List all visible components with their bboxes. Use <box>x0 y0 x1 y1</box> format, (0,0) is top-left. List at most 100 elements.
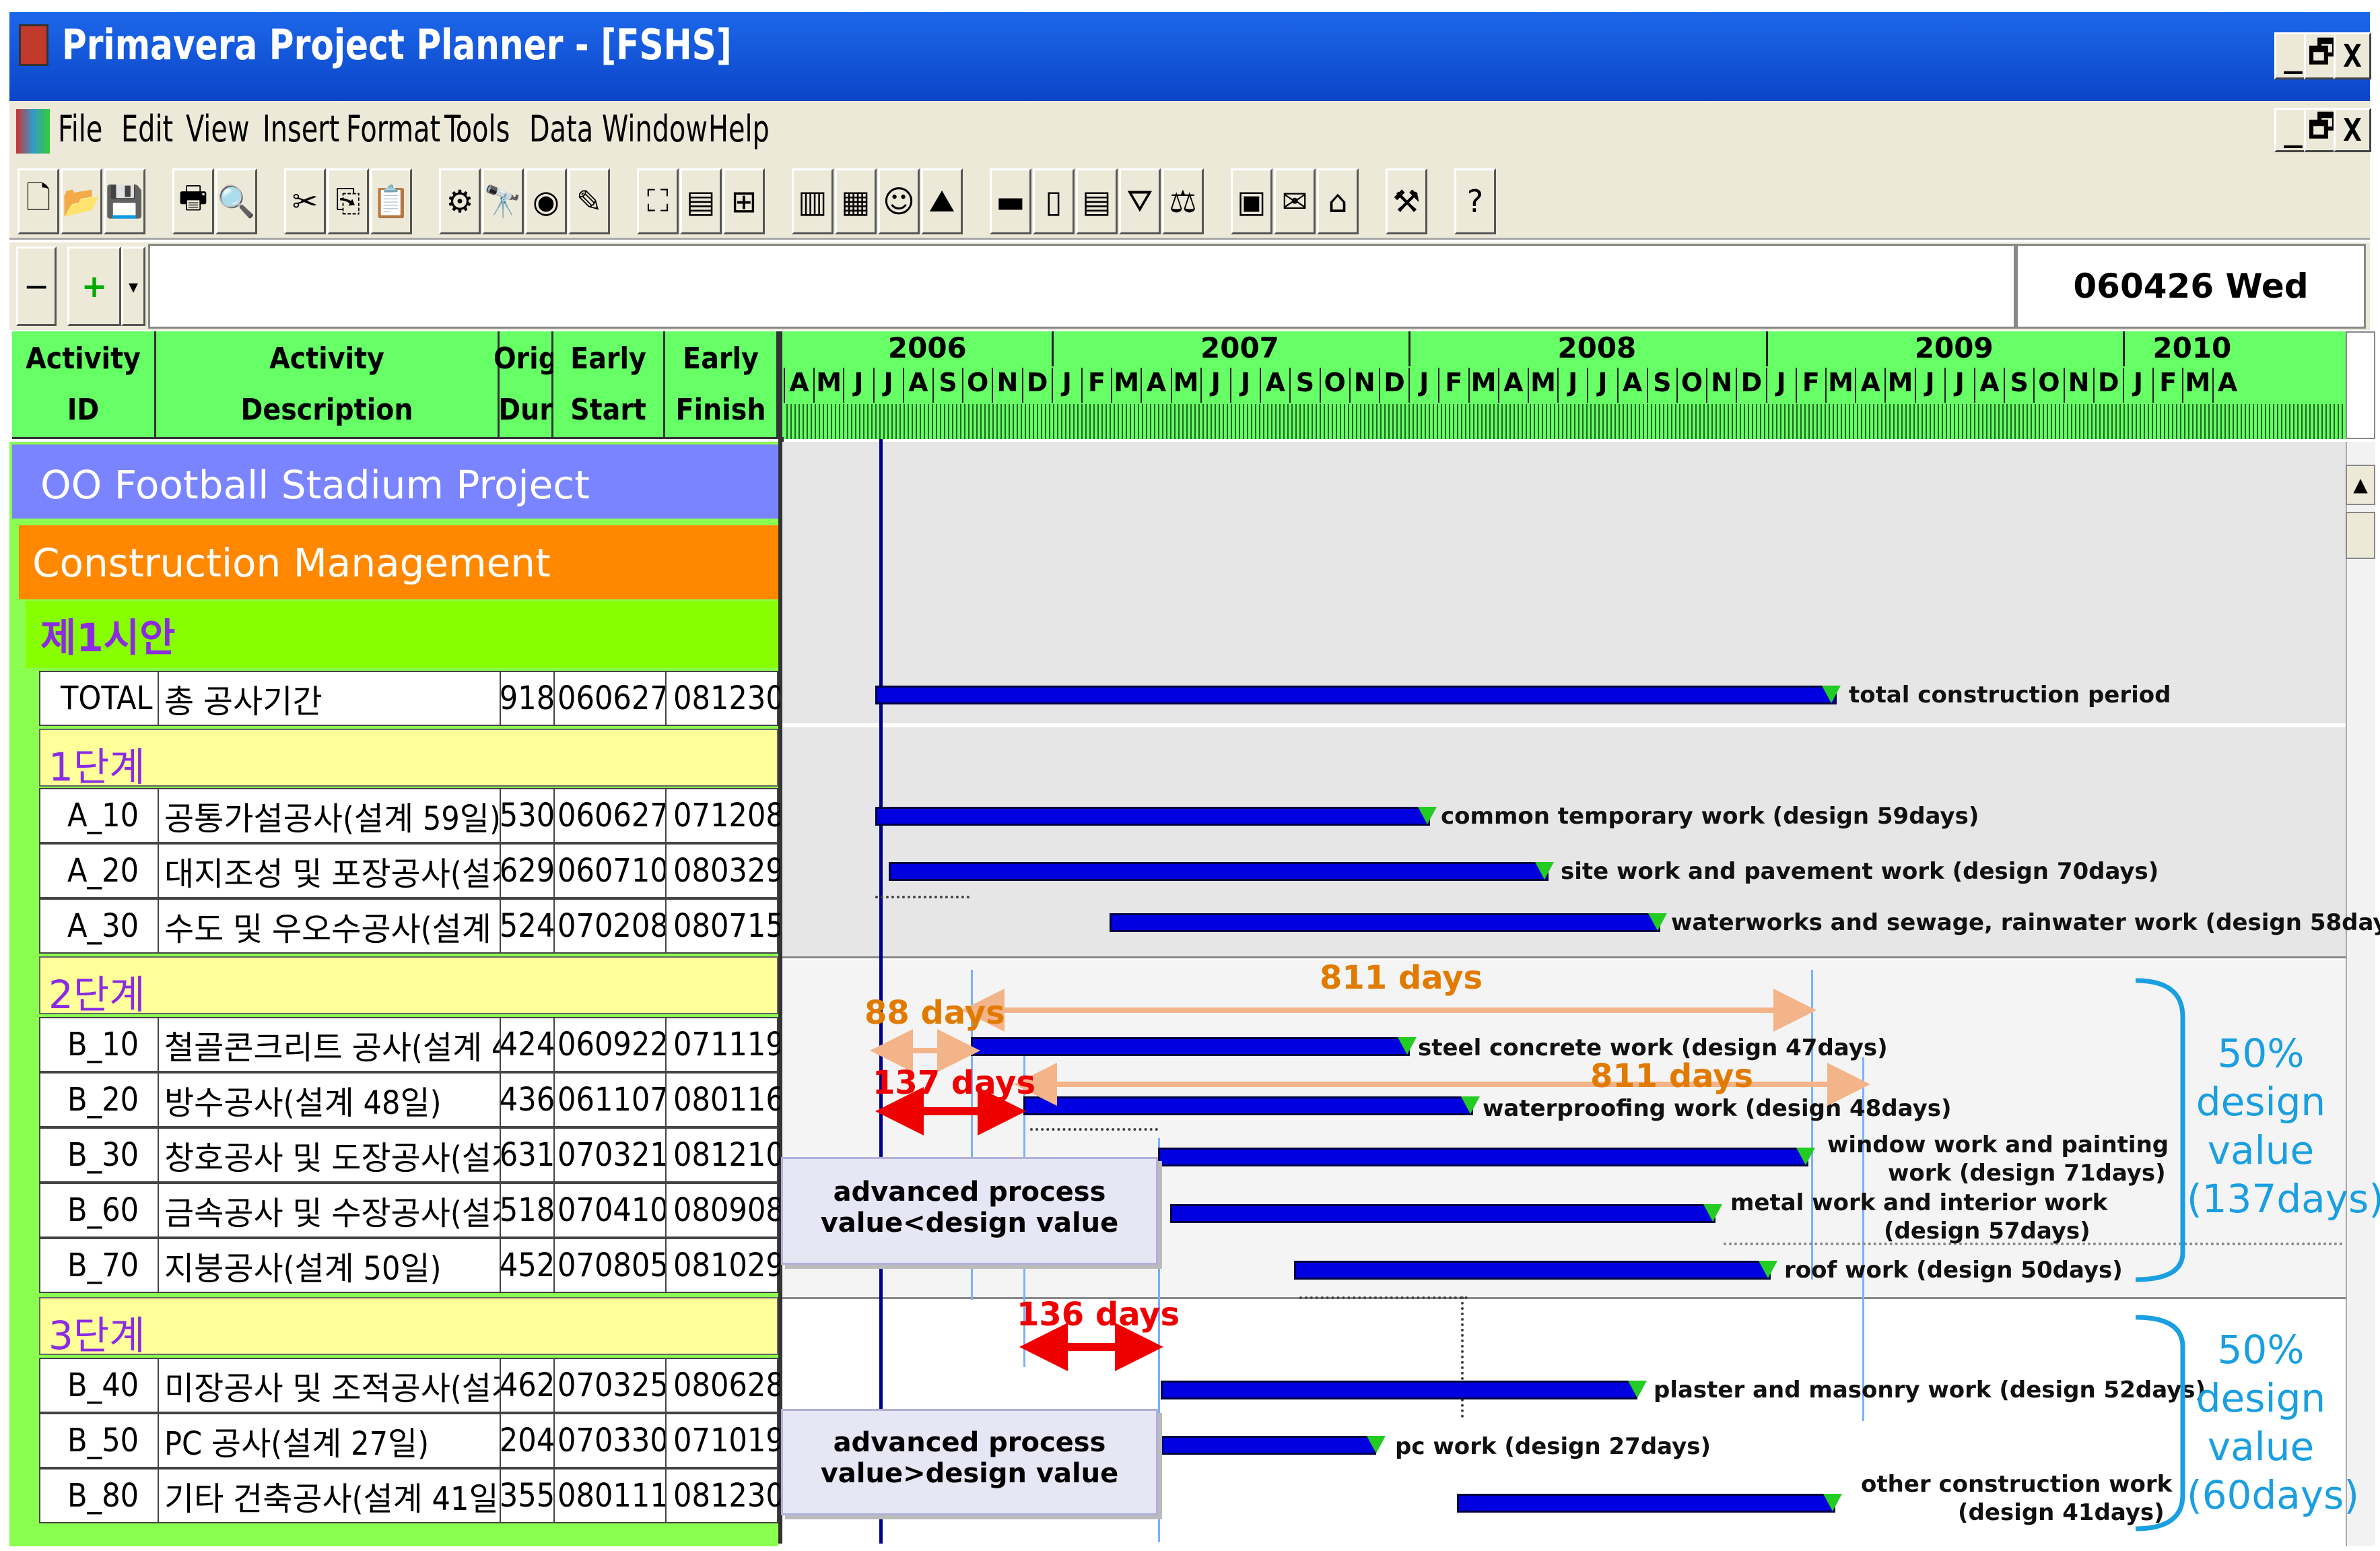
level-icon[interactable]: ⛰ <box>921 168 963 234</box>
month-label: A <box>1974 368 2004 403</box>
paste-icon[interactable]: 📋 <box>370 168 412 234</box>
cell-dur: 631 <box>501 1129 555 1181</box>
cell-finish: 080116 <box>673 1081 780 1119</box>
month-label: J <box>2123 368 2152 403</box>
table-row[interactable]: B_20 방수공사(설계 48일) 436 061107 080116 <box>39 1072 780 1127</box>
vertical-scrollbar[interactable] <box>2346 442 2375 1546</box>
table-row[interactable]: B_10철골콘크리트 공사(설계 47일)424060922071119 <box>39 1017 780 1072</box>
month-label: A <box>784 368 813 403</box>
reports-icon[interactable]: ▣ <box>1231 168 1272 234</box>
year-divider <box>2123 331 2125 366</box>
menu-view[interactable]: View <box>186 108 249 150</box>
table-row[interactable]: B_30창호공사 및 도장공사(설계 71일)631070321081210 <box>39 1127 780 1183</box>
col-activity-id[interactable]: Activity ID <box>12 331 156 439</box>
year-divider <box>1408 331 1411 366</box>
sheet-icon[interactable]: ▤ <box>1076 168 1118 234</box>
highlight-icon[interactable]: ✎ <box>568 168 610 234</box>
layout-icon[interactable]: ▤ <box>680 168 722 234</box>
stage-3-band[interactable]: 3단계 <box>39 1297 778 1358</box>
menu-file[interactable]: File <box>58 108 102 150</box>
month-label: J <box>843 368 873 403</box>
month-label: J <box>1230 368 1260 403</box>
network-icon[interactable]: ⛶ <box>637 168 679 234</box>
label-total: total construction period <box>1849 682 2171 708</box>
target-icon[interactable]: ◉ <box>525 168 567 234</box>
table-row[interactable]: B_80 기타 건축공사(설계 41일) 355 080111 081230 <box>39 1468 780 1523</box>
phase-band[interactable]: 제1시안 <box>26 601 778 668</box>
filter-icon[interactable]: ⛛ <box>1119 168 1161 234</box>
color-chart-icon[interactable]: ▦ <box>835 168 877 234</box>
menu-format[interactable]: Format <box>346 108 440 150</box>
menu-window[interactable]: Window <box>602 108 708 150</box>
expand-button[interactable]: + <box>67 246 121 326</box>
cell-desc: 지붕공사(설계 50일) <box>159 1239 501 1292</box>
month-label: M <box>813 368 843 403</box>
scroll-up-icon[interactable]: ▲ <box>2346 465 2375 505</box>
web-icon[interactable]: ⌂ <box>1317 168 1359 234</box>
open-icon[interactable]: 📂 <box>61 168 102 234</box>
timescale-scroll[interactable] <box>2346 331 2375 439</box>
save-icon[interactable]: 💾 <box>104 168 145 234</box>
table-row[interactable]: B_70 지붕공사(설계 50일) 452 070805 081029 <box>39 1238 780 1293</box>
table-row-total[interactable]: TOTAL 총 공사기간 918 060627 081230 <box>39 671 780 726</box>
pert-icon[interactable]: ⊞ <box>723 168 765 234</box>
help-icon[interactable]: ? <box>1454 168 1496 234</box>
bracket-1 <box>2135 978 2185 1282</box>
menu-insert[interactable]: Insert <box>263 108 339 150</box>
finish-marker <box>1418 807 1437 824</box>
table-row[interactable]: A_20대지조성 및 포장공사(설계 70일)629060710080329 <box>39 843 780 898</box>
cell-finish: 080628 <box>673 1366 780 1404</box>
cell-dur: 424 <box>501 1018 555 1071</box>
gantt-icon[interactable]: ▬ <box>990 168 1031 234</box>
resources-icon[interactable]: ⚙ <box>439 168 481 234</box>
menu-tools[interactable]: Tools <box>444 108 510 150</box>
bar-a20[interactable] <box>889 862 1549 881</box>
doc-close-button[interactable]: X <box>2334 108 2371 152</box>
person-icon[interactable]: ☺ <box>878 168 920 234</box>
bar-total[interactable] <box>875 686 1837 704</box>
mail-icon[interactable]: ✉ <box>1274 168 1316 234</box>
year-label: 2006 <box>887 331 967 364</box>
col-early-start[interactable]: Early Start <box>553 331 665 439</box>
month-label: A <box>1260 368 1289 403</box>
cell-id: A_30 <box>40 900 159 952</box>
table-row[interactable]: A_10 공통가설공사(설계 59일) 530 060627 071208 <box>39 788 780 843</box>
collapse-button[interactable]: − <box>16 246 57 326</box>
cell-id: B_80 <box>40 1470 159 1522</box>
days-137: 137 days <box>873 1064 1036 1102</box>
tools-icon[interactable]: ⚒ <box>1386 168 1427 234</box>
bar-a30[interactable] <box>1110 913 1660 932</box>
organize-icon[interactable]: ⚖ <box>1162 168 1204 234</box>
col-activity-description[interactable]: Activity Description <box>156 331 500 439</box>
print-preview-icon[interactable]: 🔍 <box>215 168 257 234</box>
stage-1-band[interactable]: 1단계 <box>39 729 778 790</box>
table-row[interactable]: A_30수도 및 우오수공사(설계 58일)524070208080715 <box>39 898 780 954</box>
cut-icon[interactable]: ✂ <box>284 168 326 234</box>
scroll-thumb[interactable] <box>2346 512 2375 559</box>
year-divider <box>1765 331 1768 366</box>
histogram-icon[interactable]: ▥ <box>792 168 834 234</box>
month-label: S <box>932 368 962 403</box>
cm-band[interactable]: Construction Management <box>19 525 778 599</box>
find-icon[interactable]: 🔭 <box>482 168 524 234</box>
menu-edit[interactable]: Edit <box>121 108 173 150</box>
bracket-2 <box>2135 1315 2185 1531</box>
copy-icon[interactable]: ⎘ <box>327 168 369 234</box>
bar-a10[interactable] <box>875 807 1430 826</box>
close-button[interactable]: X <box>2334 32 2371 79</box>
col-orig-dur[interactable]: Orig Dur <box>494 331 557 439</box>
edit-field[interactable] <box>148 244 2016 329</box>
project-band[interactable]: OO Football Stadium Project <box>12 444 778 519</box>
menu-data[interactable]: Data <box>529 108 593 150</box>
table-row[interactable]: B_40미장공사 및 조적공사(설계 52일)462070325080628 <box>39 1358 780 1413</box>
table-row[interactable]: B_60금속공사 및 수장공사(설계 57일)518070410080908 <box>39 1183 780 1238</box>
table-row[interactable]: B_50 PC 공사(설계 27일) 204 070330 071019 <box>39 1413 780 1468</box>
stage-2-band[interactable]: 2단계 <box>39 956 778 1018</box>
chevron-down-icon[interactable]: ▾ <box>121 246 145 326</box>
cell-start: 070805 <box>555 1239 667 1292</box>
print-icon[interactable]: 🖶 <box>172 168 214 234</box>
col-early-finish[interactable]: Early Finish <box>665 331 778 439</box>
menu-help[interactable]: Help <box>708 108 770 150</box>
columns-icon[interactable]: ▯ <box>1033 168 1075 234</box>
new-icon[interactable]: 🗋 <box>18 168 59 234</box>
